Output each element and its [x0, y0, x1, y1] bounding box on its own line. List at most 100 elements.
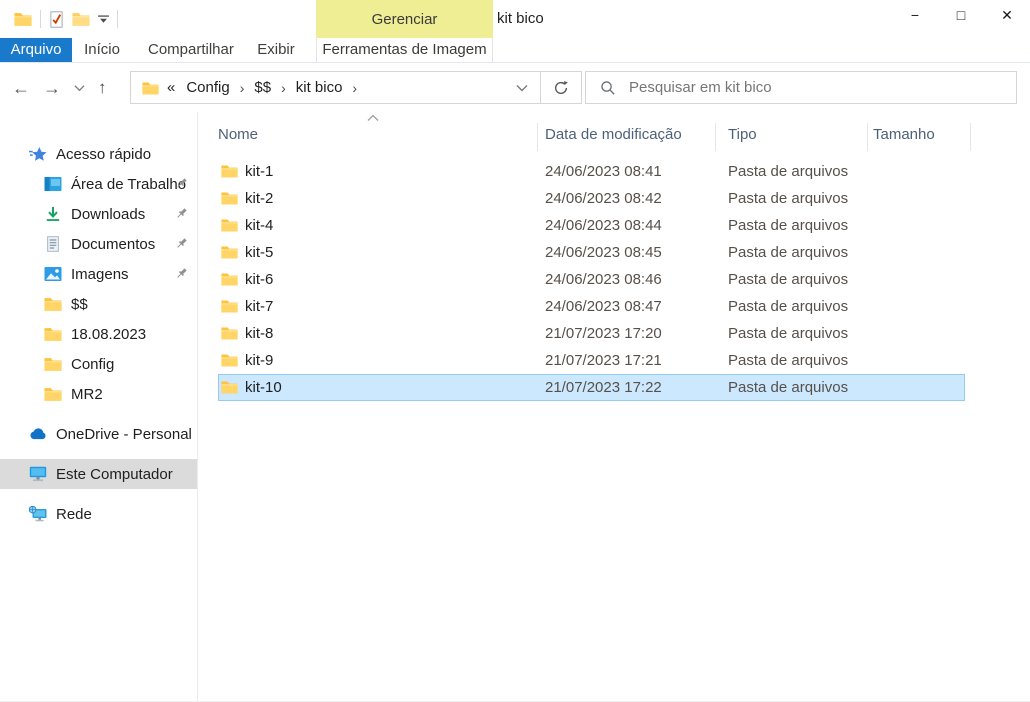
file-rows: kit-1 24/06/2023 08:41 Pasta de arquivos…: [218, 158, 965, 401]
sidebar-item-mr2[interactable]: MR2: [0, 379, 197, 409]
contextual-tab-group-gerenciar: Gerenciar: [316, 0, 493, 38]
close-button[interactable]: ✕: [984, 0, 1030, 30]
sidebar-item-rea-de-trabalho[interactable]: Área de Trabalho: [0, 169, 197, 199]
sidebar-item-label: MR2: [71, 386, 197, 403]
file-type: Pasta de arquivos: [728, 185, 848, 212]
refresh-button[interactable]: [540, 72, 581, 103]
breadcrumb-separator[interactable]: ›: [350, 80, 359, 96]
table-row[interactable]: kit-5 24/06/2023 08:45 Pasta de arquivos: [218, 239, 965, 266]
tab-arquivo[interactable]: Arquivo: [0, 38, 72, 62]
ribbon-tab-row: Arquivo Início Compartilhar Exibir Ferra…: [0, 38, 1030, 63]
properties-check-icon[interactable]: [49, 11, 64, 28]
file-type: Pasta de arquivos: [728, 347, 848, 374]
address-dropdown-chevron-icon[interactable]: [516, 84, 528, 92]
file-date-modified: 24/06/2023 08:45: [545, 239, 662, 266]
column-header-data-modificacao[interactable]: Data de modificação: [545, 120, 682, 150]
sidebar-item-onedrive-personal[interactable]: OneDrive - Personal: [0, 419, 197, 449]
maximize-button[interactable]: □: [938, 0, 984, 30]
sidebar-item-label: OneDrive - Personal: [56, 426, 197, 443]
refresh-icon: [553, 80, 569, 96]
file-date-modified: 24/06/2023 08:44: [545, 212, 662, 239]
star-icon: [29, 146, 47, 162]
table-row[interactable]: kit-9 21/07/2023 17:21 Pasta de arquivos: [218, 347, 965, 374]
file-date-modified: 21/07/2023 17:20: [545, 320, 662, 347]
breadcrumb-separator[interactable]: ›: [238, 80, 247, 96]
breadcrumb-kit-bico[interactable]: kit bico: [290, 79, 349, 96]
breadcrumb-separator[interactable]: ›: [279, 80, 288, 96]
column-header-nome[interactable]: Nome: [218, 120, 258, 150]
window-folder-icon: [14, 11, 32, 27]
column-header-tamanho[interactable]: Tamanho: [873, 120, 935, 150]
sidebar-item-downloads[interactable]: Downloads: [0, 199, 197, 229]
sidebar-item-documentos[interactable]: Documentos: [0, 229, 197, 259]
column-divider[interactable]: [715, 123, 716, 151]
breadcrumb-config[interactable]: Config: [180, 79, 235, 96]
sidebar-item-label: Acesso rápido: [56, 146, 197, 163]
file-name: kit-5: [245, 239, 273, 266]
tab-compartilhar[interactable]: Compartilhar: [148, 38, 232, 62]
tab-exibir[interactable]: Exibir: [246, 38, 306, 62]
sidebar-item-config[interactable]: Config: [0, 349, 197, 379]
sidebar-item-imagens[interactable]: Imagens: [0, 259, 197, 289]
window-controls: − □ ✕: [892, 0, 1030, 30]
pin-icon: [175, 177, 188, 190]
toolbar-separator: [40, 10, 41, 28]
customize-toolbar-icon[interactable]: [98, 15, 109, 24]
minimize-button[interactable]: −: [892, 0, 938, 30]
table-row[interactable]: kit-10 21/07/2023 17:22 Pasta de arquivo…: [218, 374, 965, 401]
table-row[interactable]: kit-6 24/06/2023 08:46 Pasta de arquivos: [218, 266, 965, 293]
sidebar-item-rede[interactable]: Rede: [0, 499, 197, 529]
folder-icon: [221, 380, 238, 394]
column-divider[interactable]: [970, 123, 971, 151]
search-input[interactable]: Pesquisar em kit bico: [585, 71, 1017, 104]
file-name: kit-8: [245, 320, 273, 347]
title-bar: Gerenciar kit bico − □ ✕: [0, 0, 1030, 38]
quick-access-toolbar: [14, 0, 118, 38]
sidebar-item-label: Config: [71, 356, 197, 373]
file-explorer-window: Gerenciar kit bico − □ ✕ Arquivo Início …: [0, 0, 1030, 702]
sort-ascending-icon: [367, 114, 379, 122]
address-bar[interactable]: « Config › $$ › kit bico ›: [130, 71, 582, 104]
file-type: Pasta de arquivos: [728, 320, 848, 347]
file-name: kit-6: [245, 266, 273, 293]
file-name: kit-10: [245, 374, 282, 401]
table-row[interactable]: kit-8 21/07/2023 17:20 Pasta de arquivos: [218, 320, 965, 347]
desktop-icon: [44, 176, 62, 192]
network-icon: [29, 506, 47, 522]
tab-inicio[interactable]: Início: [76, 38, 128, 62]
new-folder-icon[interactable]: [72, 11, 90, 27]
file-type: Pasta de arquivos: [728, 239, 848, 266]
breadcrumb-dollar[interactable]: $$: [248, 79, 277, 96]
column-divider[interactable]: [537, 123, 538, 151]
file-type: Pasta de arquivos: [728, 293, 848, 320]
address-folder-icon: [142, 81, 159, 95]
file-date-modified: 24/06/2023 08:41: [545, 158, 662, 185]
back-button[interactable]: ←: [12, 79, 30, 97]
tab-ferramentas-de-imagem[interactable]: Ferramentas de Imagem: [316, 38, 493, 62]
file-name: kit-9: [245, 347, 273, 374]
column-divider[interactable]: [867, 123, 868, 151]
table-row[interactable]: kit-7 24/06/2023 08:47 Pasta de arquivos: [218, 293, 965, 320]
up-button[interactable]: ↑: [98, 78, 107, 98]
table-row[interactable]: kit-1 24/06/2023 08:41 Pasta de arquivos: [218, 158, 965, 185]
folder-icon: [221, 299, 238, 313]
breadcrumb-overflow[interactable]: «: [161, 79, 178, 96]
forward-button[interactable]: →: [43, 79, 61, 97]
file-date-modified: 21/07/2023 17:21: [545, 347, 662, 374]
file-name: kit-7: [245, 293, 273, 320]
folder-icon: [44, 386, 62, 402]
column-header-tipo[interactable]: Tipo: [728, 120, 757, 150]
sidebar-item-label: 18.08.2023: [71, 326, 197, 343]
search-icon: [600, 80, 616, 96]
table-row[interactable]: kit-4 24/06/2023 08:44 Pasta de arquivos: [218, 212, 965, 239]
sidebar-item-18-08-2023[interactable]: 18.08.2023: [0, 319, 197, 349]
table-row[interactable]: kit-2 24/06/2023 08:42 Pasta de arquivos: [218, 185, 965, 212]
file-name: kit-4: [245, 212, 273, 239]
recent-locations-chevron-icon[interactable]: [74, 84, 85, 92]
folder-icon: [221, 245, 238, 259]
column-headers: Nome Data de modificação Tipo Tamanho: [218, 120, 1030, 150]
folder-icon: [44, 326, 62, 342]
sidebar-item-este-computador[interactable]: Este Computador: [0, 459, 197, 489]
sidebar-item-[interactable]: $$: [0, 289, 197, 319]
sidebar-item-acesso-r-pido[interactable]: Acesso rápido: [0, 139, 197, 169]
